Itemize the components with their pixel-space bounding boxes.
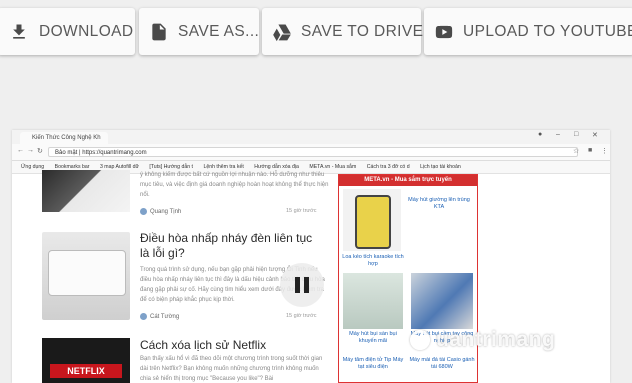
file-icon: [149, 21, 169, 43]
browser-tab: Kiến Thức Công Nghệ Kh: [20, 132, 108, 144]
back-icon: ←: [17, 147, 24, 154]
article-time: 15 giờ trước: [286, 208, 317, 214]
address-bar-row: ← → ↻ Bảo mật | https://quantrimang.com …: [12, 144, 610, 161]
product-label[interactable]: Máy hút giường lên trùng KTA: [403, 197, 475, 211]
article-snippet: Bạn thấy xấu hổ vì đã theo dõi một chươn…: [140, 356, 323, 382]
maximize-icon: □: [574, 131, 579, 138]
bookmark-item: Lịch tạo tài khoản: [420, 164, 461, 170]
netflix-logo: NETFLIX: [50, 364, 122, 378]
article-thumbnail: [42, 232, 130, 320]
upload-to-youtube-label: UPLOAD TO YOUTUBE: [463, 22, 632, 40]
menu-icon: ⋮: [601, 148, 608, 155]
product-image: [343, 273, 403, 329]
author-name: Cát Tường: [150, 314, 180, 321]
star-icon: ☆: [573, 148, 580, 155]
drive-icon: [272, 21, 292, 43]
product-image: [343, 189, 401, 251]
article-time: 15 giờ trước: [286, 313, 317, 319]
author-avatar: [140, 313, 147, 320]
download-label: DOWNLOAD: [39, 22, 134, 40]
browser-titlebar: Kiến Thức Công Nghệ Kh ● – □ ✕: [12, 130, 610, 144]
article-thumbnail: NETFLIX: [42, 338, 130, 383]
tab-title: Kiến Thức Công Nghệ Kh: [32, 135, 101, 141]
author-name: Quang Tịnh: [150, 209, 182, 216]
pause-icon: [295, 277, 300, 293]
product-label[interactable]: Loa kéo tích karaoke tích hợp: [341, 254, 405, 268]
product-image: [411, 273, 473, 329]
save-to-drive-label: SAVE TO DRIVE: [301, 22, 424, 40]
download-icon: [8, 21, 30, 43]
user-icon: ●: [538, 131, 543, 138]
extension-icon: ■: [588, 147, 593, 154]
product-label[interactable]: Máy hút bụi sàn bụi khuyến mãi: [341, 331, 405, 345]
article-author: Quang Tịnh: [140, 208, 181, 215]
address-field: Bảo mật | https://quantrimang.com: [48, 147, 578, 157]
save-as-button[interactable]: SAVE AS...: [139, 8, 259, 55]
article-snippet: ý không kiếm được bất cứ nguồn lợi nhuận…: [140, 172, 329, 198]
article-title[interactable]: Cách xóa lịch sử Netflix: [140, 338, 320, 353]
download-button[interactable]: DOWNLOAD: [0, 8, 135, 55]
save-to-drive-button[interactable]: SAVE TO DRIVE: [262, 8, 424, 55]
minimize-icon: –: [556, 131, 560, 138]
product-label[interactable]: Máy mài đá tài Casio gánh tái 680W: [409, 357, 475, 371]
author-avatar: [140, 208, 147, 215]
air-conditioner-image: [48, 250, 126, 296]
close-icon: ✕: [592, 132, 598, 139]
watermark-logo-icon: [410, 330, 430, 350]
youtube-icon: [434, 21, 454, 43]
watermark-text: uantrimang: [436, 328, 556, 351]
article-author: Cát Tường: [140, 313, 179, 320]
action-toolbar: DOWNLOAD SAVE AS... SAVE TO DRIVE UPLOAD…: [0, 0, 632, 56]
reload-icon: ↻: [37, 148, 43, 155]
bookmark-item: Cách tra 3 đỡ có d: [366, 164, 410, 170]
pause-button[interactable]: [280, 263, 324, 307]
forward-icon: →: [27, 147, 34, 154]
save-as-label: SAVE AS...: [178, 22, 260, 40]
product-label[interactable]: Máy tăm điện tử Tip Máy tạt siêu điện: [341, 357, 405, 371]
bookmark-item: Ứng dụng: [21, 164, 45, 170]
ad-header: META.vn - Mua sắm trực tuyến: [339, 175, 477, 186]
article-thumbnail: [42, 170, 130, 212]
upload-to-youtube-button[interactable]: UPLOAD TO YOUTUBE: [424, 8, 632, 55]
pause-icon-bar: [304, 277, 309, 293]
article-title[interactable]: Điều hòa nhấp nháy đèn liên tục là lỗi g…: [140, 231, 320, 261]
